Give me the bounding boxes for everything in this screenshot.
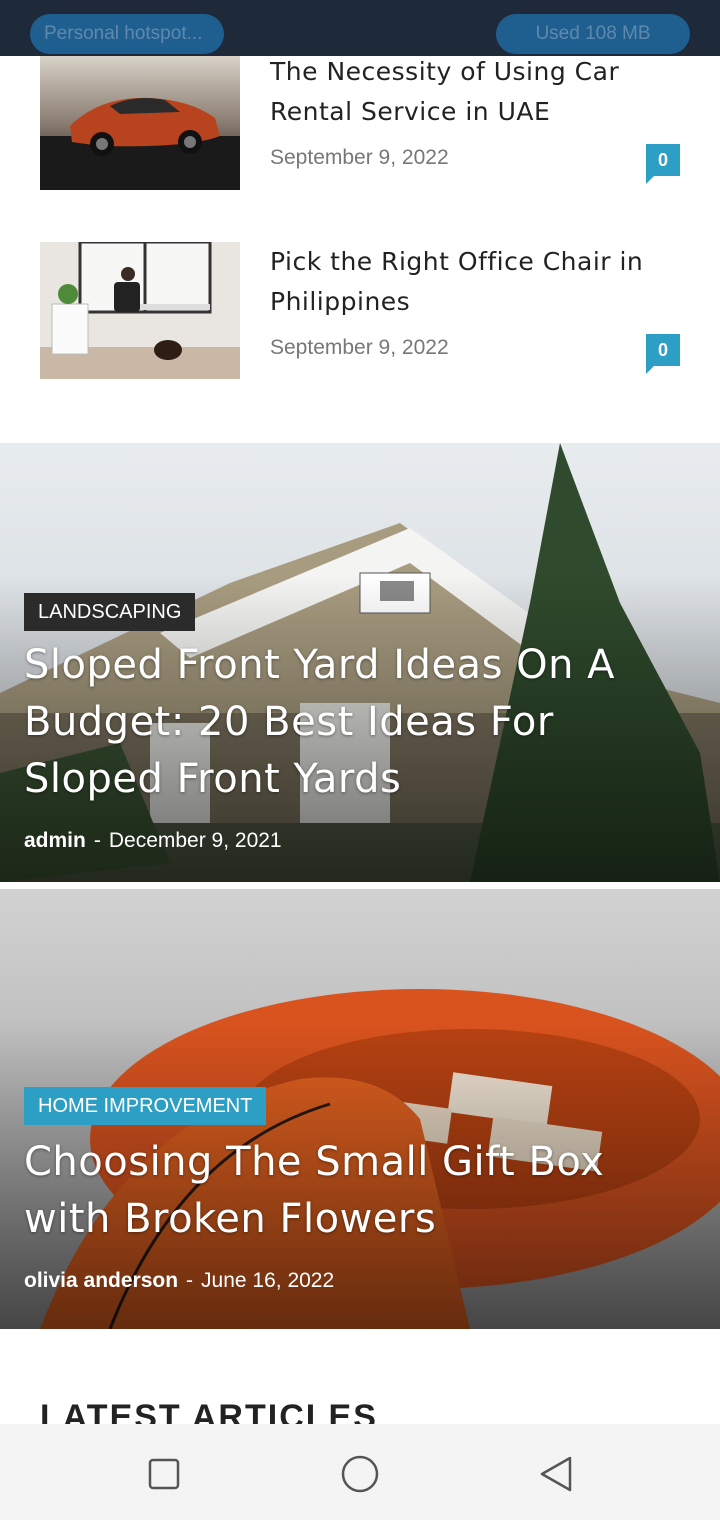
comment-count-badge[interactable]: 0 [646, 144, 680, 184]
post-date: December 9, 2021 [108, 829, 282, 852]
navigation-bar [0, 1424, 720, 1520]
author-link[interactable]: olivia anderson [24, 1269, 178, 1292]
post-date: June 16, 2022 [201, 1269, 335, 1292]
comment-count-badge[interactable]: 0 [646, 334, 680, 374]
status-bar: Personal hotspot... Used 108 MB [0, 0, 720, 56]
hotspot-pill[interactable]: Personal hotspot... [30, 14, 224, 54]
square-icon[interactable] [144, 1454, 184, 1494]
author-link[interactable]: admin [24, 829, 86, 852]
featured-title[interactable]: Choosing The Small Gift Box with Broken … [24, 1134, 704, 1248]
car-image[interactable] [40, 56, 240, 190]
post-meta: olivia anderson - June 16, 2022 [24, 1269, 334, 1293]
category-tag[interactable]: HOME IMPROVEMENT [24, 1087, 267, 1125]
post-title[interactable]: Pick the Right Office Chair in Philippin… [270, 242, 680, 322]
post-date: September 9, 2022 [270, 336, 449, 359]
data-usage-pill[interactable]: Used 108 MB [496, 14, 690, 54]
triangle-back-icon[interactable] [536, 1454, 576, 1494]
office-image[interactable] [40, 242, 240, 379]
meta-separator: - [186, 1269, 194, 1292]
post-meta: admin - December 9, 2021 [24, 829, 282, 853]
post-date: September 9, 2022 [270, 146, 449, 169]
list-item[interactable]: Pick the Right Office Chair in Philippin… [0, 230, 720, 400]
featured-title[interactable]: Sloped Front Yard Ideas On A Budget: 20 … [24, 637, 704, 808]
circle-icon[interactable] [340, 1454, 380, 1494]
meta-separator: - [93, 829, 101, 852]
category-tag[interactable]: LANDSCAPING [24, 593, 196, 631]
featured-card[interactable]: LANDSCAPING Sloped Front Yard Ideas On A… [0, 443, 720, 882]
post-title[interactable]: The Necessity of Using Car Rental Servic… [270, 52, 680, 132]
featured-card[interactable]: HOME IMPROVEMENT Choosing The Small Gift… [0, 889, 720, 1329]
